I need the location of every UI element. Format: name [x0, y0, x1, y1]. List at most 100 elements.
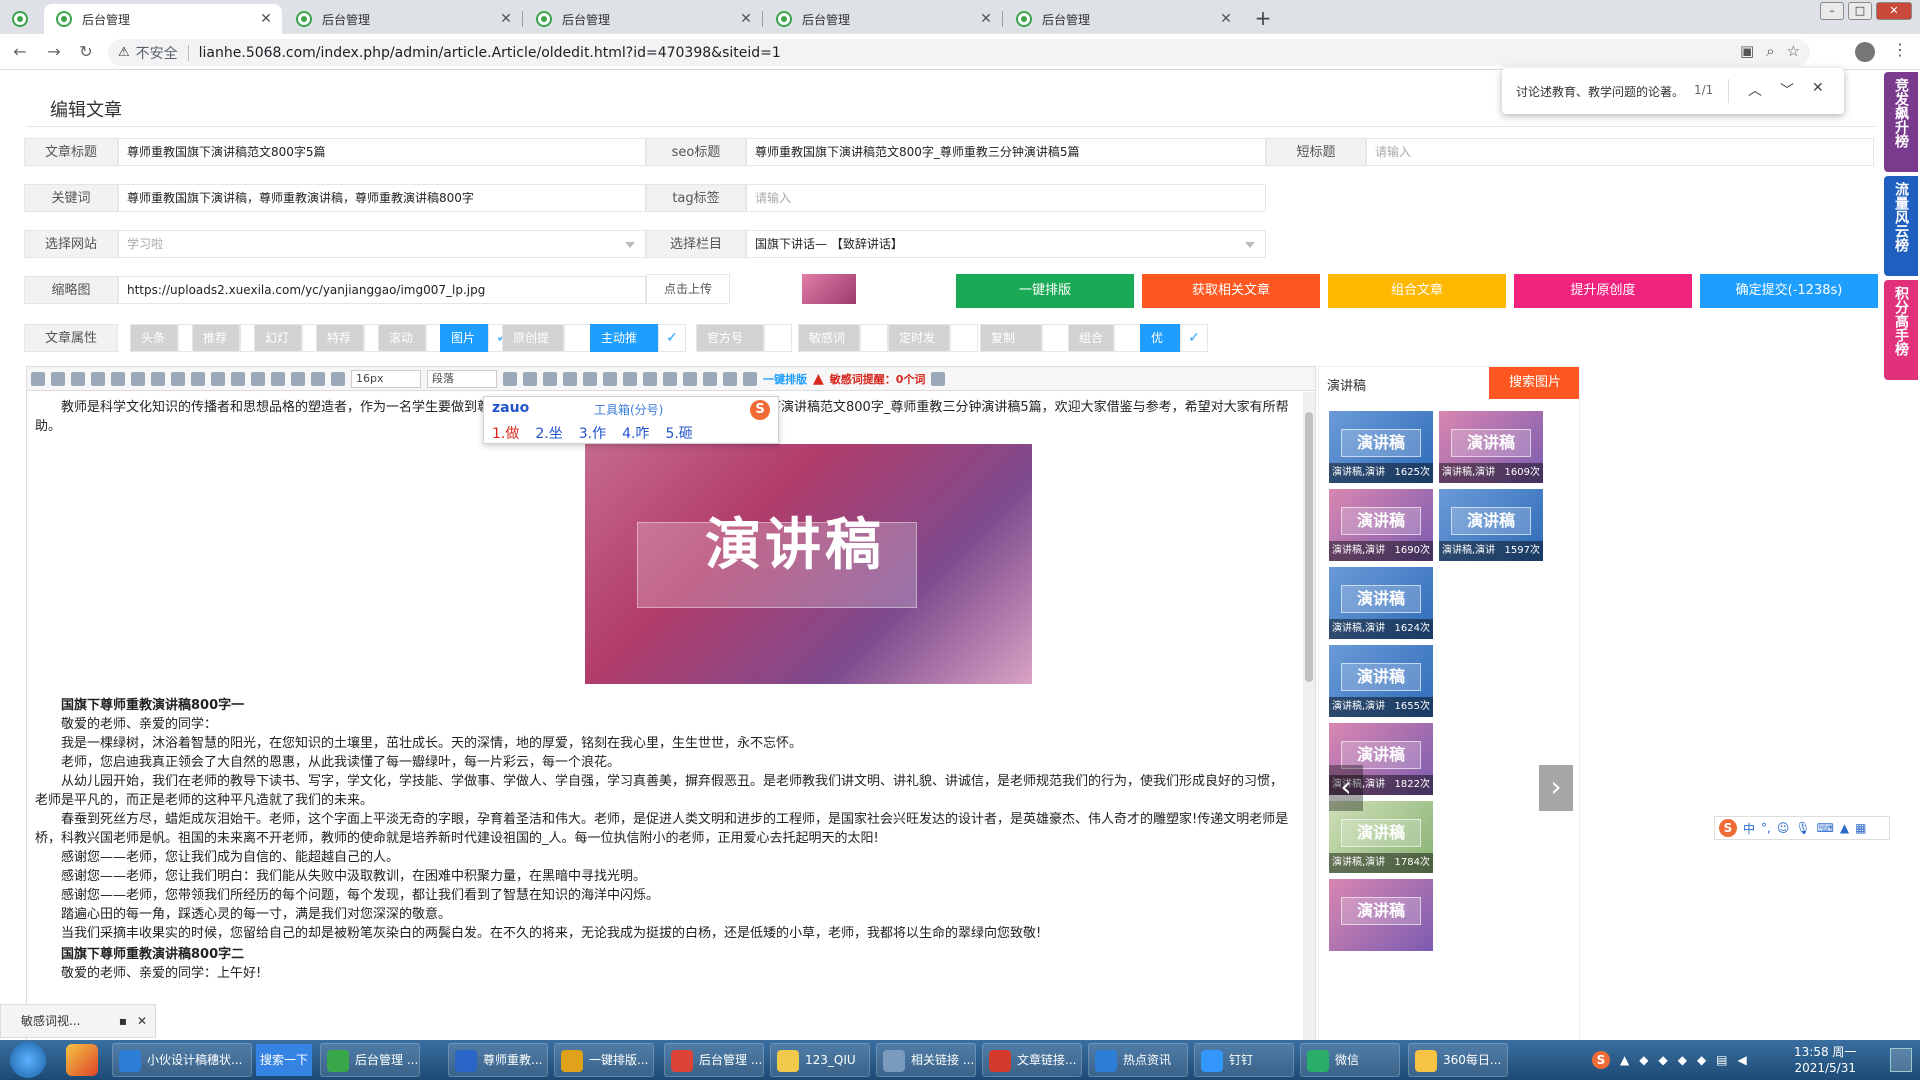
url-field[interactable]: ⚠ 不安全 lianhe.5068.com/index.php/admin/ar…: [108, 39, 1810, 66]
image-thumbnail[interactable]: 演讲稿: [1329, 879, 1433, 951]
rank-ribbon-traffic[interactable]: 流量风云榜: [1884, 176, 1918, 276]
horizontal-rule-icon[interactable]: [583, 371, 597, 386]
image-thumbnail[interactable]: 演讲稿 演讲稿,演讲 1597次: [1439, 489, 1543, 561]
browser-tab[interactable]: 后台管理 ✕: [524, 4, 763, 34]
close-icon[interactable]: ✕: [1812, 80, 1824, 96]
link-icon[interactable]: [171, 371, 185, 386]
sensitive-word-status[interactable]: 敏感词提醒：0个词: [830, 371, 926, 387]
ime-candidate[interactable]: 1.做: [492, 423, 519, 443]
sogou-logo-icon[interactable]: S: [1719, 819, 1737, 837]
browser-tab[interactable]: 后台管理 ✕: [44, 4, 282, 34]
unchecked-box[interactable]: [860, 324, 888, 352]
unchecked-box[interactable]: [950, 324, 978, 352]
align-left-icon[interactable]: [503, 371, 517, 386]
unlink-icon[interactable]: [191, 371, 205, 386]
speaker-icon[interactable]: ◀: [1738, 1053, 1747, 1067]
skin-icon[interactable]: ▲: [1840, 821, 1849, 835]
pinned-tab[interactable]: [0, 4, 42, 34]
preview-icon[interactable]: [931, 371, 946, 386]
special-char-icon[interactable]: [231, 371, 245, 386]
menu-icon[interactable]: ⋮: [1892, 40, 1908, 59]
close-icon[interactable]: ✕: [137, 1005, 147, 1037]
attribute-toggle[interactable]: 官方号提交: [696, 324, 792, 371]
image-thumbnail[interactable]: 演讲稿 演讲稿,演讲 1655次: [1329, 645, 1433, 717]
checkmark-icon[interactable]: ✓: [658, 324, 686, 352]
font-color-icon[interactable]: [271, 371, 285, 386]
start-button[interactable]: [10, 1042, 46, 1078]
taskbar-item[interactable]: 微信: [1300, 1043, 1400, 1077]
chevron-up-icon[interactable]: ︿: [1748, 80, 1762, 100]
app-pinned-icon[interactable]: [66, 1044, 98, 1076]
emoji-icon[interactable]: ☺: [1777, 821, 1790, 835]
close-icon[interactable]: ✕: [1218, 11, 1234, 27]
column-select[interactable]: 国旗下讲话— 【致辞讲话】: [746, 230, 1266, 258]
unchecked-box[interactable]: [564, 324, 592, 352]
attribute-toggle[interactable]: 定时发布: [888, 324, 978, 371]
action-center-icon[interactable]: [1890, 1048, 1912, 1072]
translate-icon[interactable]: ▣: [1740, 42, 1754, 60]
anchor-icon[interactable]: [211, 371, 225, 386]
sogou-tray-icon[interactable]: S: [1592, 1051, 1610, 1069]
ime-candidate[interactable]: 2.坐: [535, 423, 562, 443]
ime-candidate[interactable]: 4.咋: [622, 423, 649, 443]
show-hidden-icon[interactable]: ▲: [1620, 1053, 1629, 1067]
improve-originality-button[interactable]: 提升原创度: [1514, 274, 1692, 308]
tag-input[interactable]: 请输入: [746, 184, 1266, 212]
upload-button[interactable]: 点击上传: [646, 274, 730, 304]
table-icon[interactable]: [643, 371, 657, 386]
taskbar-item[interactable]: 钉钉: [1194, 1043, 1294, 1077]
chevron-down-icon[interactable]: ﹀: [1780, 80, 1794, 100]
maximize-icon[interactable]: □: [1848, 2, 1872, 20]
magic-icon[interactable]: [743, 371, 757, 386]
redo-icon[interactable]: [71, 371, 85, 386]
site-select[interactable]: 学习啦: [118, 230, 646, 258]
seo-title-input[interactable]: 尊师重教国旗下演讲稿范文800字_尊师重教三分钟演讲稿5篇: [746, 138, 1266, 166]
ime-toolbox[interactable]: 工具箱(分号): [594, 401, 663, 418]
get-related-button[interactable]: 获取相关文章: [1142, 274, 1320, 308]
taskbar-item[interactable]: 热点资讯: [1088, 1043, 1188, 1077]
browser-tab[interactable]: 后台管理 ✕: [284, 4, 523, 34]
sensitive-word-panel[interactable]: 敏感词视... ▪ ✕: [0, 1004, 156, 1038]
title-input[interactable]: 尊师重教国旗下演讲稿范文800字5篇: [118, 138, 646, 166]
one-key-format-button[interactable]: 一键排版: [956, 274, 1134, 308]
image-icon[interactable]: [603, 371, 617, 386]
app-tray-icon[interactable]: ◆: [1678, 1053, 1687, 1067]
unchecked-box[interactable]: [764, 324, 792, 352]
editor-content[interactable]: 教师是科学文化知识的传播者和思想品格的塑造者，作为一名学生要做到尊师，zauo下…: [27, 392, 1303, 1042]
reload-icon[interactable]: ↻: [76, 42, 96, 62]
underline-icon[interactable]: [291, 371, 305, 386]
unchecked-box[interactable]: [1042, 324, 1070, 352]
video-icon[interactable]: [623, 371, 637, 386]
taskbar-item[interactable]: 360每日...: [1408, 1043, 1508, 1077]
html-icon[interactable]: [31, 371, 45, 386]
browser-tab[interactable]: 后台管理 ✕: [764, 4, 1003, 34]
taskbar-item[interactable]: 后台管理 ...: [664, 1043, 764, 1077]
attribute-toggle[interactable]: 优化 ✓: [1140, 324, 1208, 371]
submit-button[interactable]: 确定提交(-1238s): [1700, 274, 1878, 308]
taskbar-item[interactable]: 尊师重教...: [448, 1043, 548, 1077]
align-right-icon[interactable]: [543, 371, 557, 386]
search-images-button[interactable]: 搜索图片: [1489, 367, 1579, 399]
editor-scrollbar[interactable]: [1303, 392, 1315, 1042]
attribute-toggle[interactable]: 敏感词: [798, 324, 888, 352]
superscript-icon[interactable]: [131, 371, 145, 386]
close-icon[interactable]: ✕: [498, 11, 514, 27]
chevron-left-icon[interactable]: ‹: [1329, 765, 1363, 811]
taskbar-item[interactable]: 小伙设计稿穗状...: [112, 1043, 252, 1077]
forward-icon[interactable]: →: [44, 42, 64, 62]
image-thumbnail[interactable]: 演讲稿 演讲稿,演讲 1690次: [1329, 489, 1433, 561]
keyboard-icon[interactable]: ⌨: [1817, 821, 1834, 835]
new-tab-icon[interactable]: +: [1250, 6, 1276, 32]
close-icon[interactable]: ✕: [738, 11, 754, 27]
rank-ribbon-rising[interactable]: 竞发飙升榜: [1884, 72, 1918, 172]
microphone-icon[interactable]: 🎙: [1795, 821, 1810, 835]
close-icon[interactable]: ✕: [978, 11, 994, 27]
image-thumbnail[interactable]: 演讲稿 演讲稿,演讲 1784次: [1329, 801, 1433, 873]
taskbar-item[interactable]: 123_QIU: [770, 1043, 870, 1077]
save-icon[interactable]: [91, 371, 105, 386]
attribute-toggle[interactable]: 复制: [980, 324, 1070, 352]
profile-avatar[interactable]: [1855, 42, 1875, 62]
undo-icon[interactable]: [51, 371, 65, 386]
chevron-right-icon[interactable]: ›: [1539, 765, 1573, 811]
close-window-icon[interactable]: ✕: [1876, 2, 1912, 20]
